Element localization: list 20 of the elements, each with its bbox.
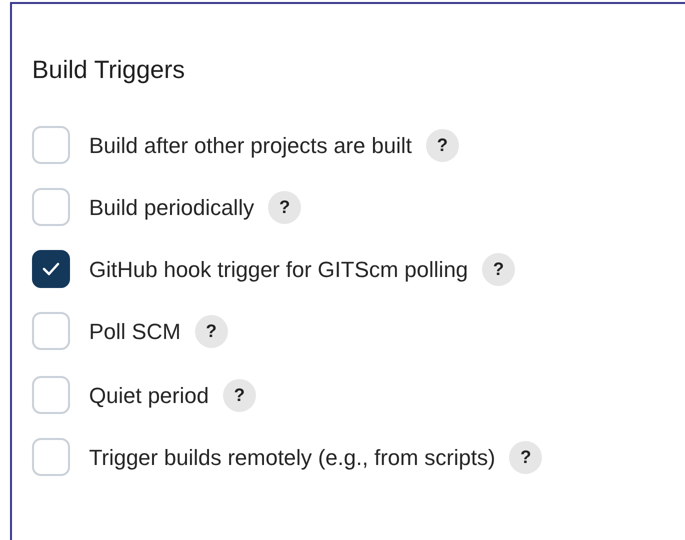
checkbox[interactable] — [32, 126, 70, 164]
checkbox-label: GitHub hook trigger for GITScm polling — [89, 256, 468, 284]
checkbox-label: Trigger builds remotely (e.g., from scripts) — [89, 444, 496, 472]
checkbox-label: Build periodically — [89, 194, 254, 222]
checkbox[interactable] — [32, 376, 70, 414]
checkbox[interactable] — [32, 188, 70, 226]
help-button[interactable]: ? — [509, 440, 542, 474]
checkbox-label: Quiet period — [89, 382, 209, 410]
checkbox[interactable] — [32, 312, 70, 350]
help-button[interactable]: ? — [194, 314, 228, 348]
help-button[interactable]: ? — [426, 128, 459, 162]
checkbox-label: Poll SCM — [89, 318, 181, 346]
checkbox[interactable] — [32, 250, 70, 288]
help-button[interactable]: ? — [222, 378, 256, 412]
checkbox[interactable] — [32, 438, 70, 476]
help-button[interactable]: ? — [482, 252, 516, 286]
section-title: Build Triggers — [32, 55, 185, 86]
help-button[interactable]: ? — [268, 190, 302, 224]
check-icon — [42, 262, 60, 276]
checkbox-label: Build after other projects are built — [89, 132, 412, 160]
